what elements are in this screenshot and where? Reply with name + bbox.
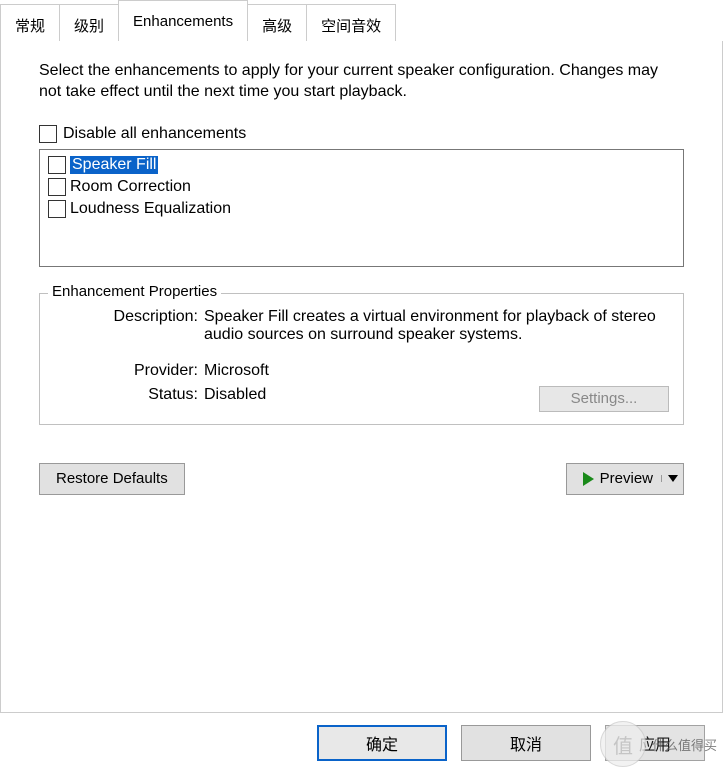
- enhancement-checkbox[interactable]: [48, 156, 66, 174]
- tab-levels[interactable]: 级别: [59, 4, 119, 41]
- watermark-icon: 值: [600, 721, 646, 767]
- enhancement-label: Speaker Fill: [70, 156, 158, 174]
- watermark-text: 什么值得买: [652, 735, 717, 754]
- play-icon: [583, 472, 594, 486]
- provider-key: Provider:: [54, 362, 204, 380]
- properties-legend: Enhancement Properties: [48, 283, 221, 300]
- enhancement-label: Loudness Equalization: [70, 200, 231, 218]
- provider-value: Microsoft: [204, 362, 669, 380]
- cancel-button[interactable]: 取消: [461, 725, 591, 761]
- list-item[interactable]: Room Correction: [46, 176, 677, 198]
- description-value: Speaker Fill creates a virtual environme…: [204, 308, 669, 344]
- enhancement-checkbox[interactable]: [48, 178, 66, 196]
- status-key: Status:: [54, 386, 204, 404]
- tab-general[interactable]: 常规: [0, 4, 60, 41]
- restore-defaults-button[interactable]: Restore Defaults: [39, 463, 185, 495]
- description-key: Description:: [54, 308, 204, 344]
- preview-label: Preview: [600, 470, 653, 487]
- tab-spatial[interactable]: 空间音效: [306, 4, 396, 41]
- watermark: 值 什么值得买: [600, 721, 717, 767]
- preview-dropdown[interactable]: [661, 475, 683, 482]
- enhancements-panel: Select the enhancements to apply for you…: [0, 41, 723, 713]
- hint-text: Select the enhancements to apply for you…: [39, 61, 684, 103]
- disable-all-label: Disable all enhancements: [63, 125, 246, 143]
- settings-button: Settings...: [539, 386, 669, 412]
- tab-strip: 常规 级别 Enhancements 高级 空间音效: [0, 0, 723, 42]
- enhancements-list[interactable]: Speaker Fill Room Correction Loudness Eq…: [39, 149, 684, 267]
- properties-group: Enhancement Properties Description: Spea…: [39, 293, 684, 425]
- ok-button[interactable]: 确定: [317, 725, 447, 761]
- disable-all-row[interactable]: Disable all enhancements: [39, 125, 684, 143]
- tab-advanced[interactable]: 高级: [247, 4, 307, 41]
- tab-enhancements[interactable]: Enhancements: [118, 0, 248, 41]
- disable-all-checkbox[interactable]: [39, 125, 57, 143]
- preview-button[interactable]: Preview: [566, 463, 684, 495]
- enhancement-checkbox[interactable]: [48, 200, 66, 218]
- chevron-down-icon: [668, 475, 678, 482]
- list-item[interactable]: Loudness Equalization: [46, 198, 677, 220]
- list-item[interactable]: Speaker Fill: [46, 154, 677, 176]
- restore-defaults-label: Restore Defaults: [56, 470, 168, 487]
- enhancement-label: Room Correction: [70, 178, 191, 196]
